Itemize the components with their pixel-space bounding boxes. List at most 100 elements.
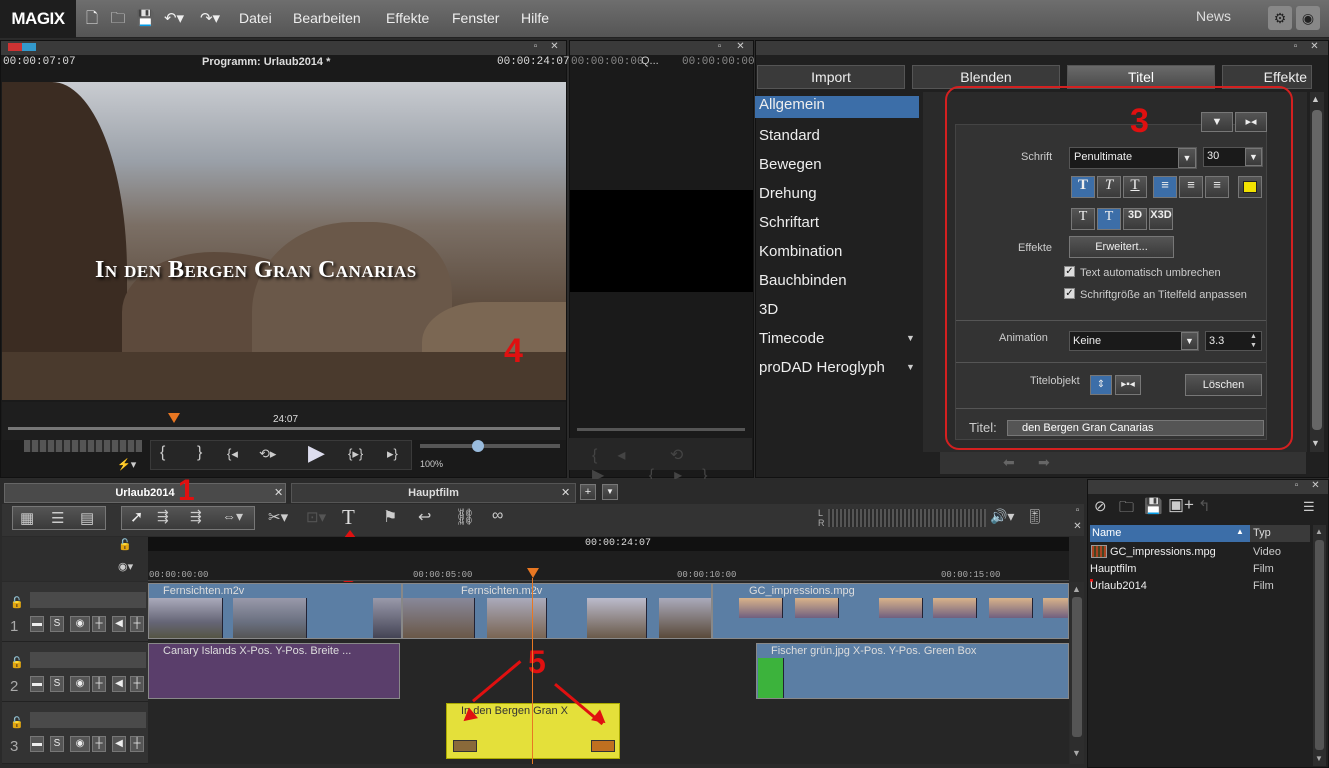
add-tab-button[interactable]: +: [580, 484, 596, 500]
timeline-view-icon[interactable]: ▤: [80, 509, 94, 527]
column-typ[interactable]: Typ: [1250, 525, 1310, 542]
save-icon[interactable]: 💾: [1144, 497, 1163, 515]
link-icon[interactable]: ⛓: [455, 507, 475, 527]
mixer-icon[interactable]: 🎚: [1026, 508, 1044, 525]
fx-icon[interactable]: ┼: [92, 736, 106, 752]
nav-timecode[interactable]: Timecode: [759, 330, 824, 352]
nav-standard[interactable]: Standard: [759, 127, 820, 149]
speaker-icon[interactable]: ◀: [112, 676, 126, 692]
storyboard-view-icon[interactable]: ▦: [20, 509, 34, 527]
horizontal-align-button[interactable]: ▸▪◂: [1115, 375, 1141, 395]
lock-icon[interactable]: 🔓: [10, 596, 24, 609]
marker-flag-icon[interactable]: ⚑: [383, 507, 397, 527]
vertical-align-button[interactable]: ⇕: [1090, 375, 1112, 395]
font-dropdown-icon[interactable]: ▼: [1178, 148, 1196, 168]
range-select-icon[interactable]: ⇶: [157, 508, 169, 525]
scroll-down-icon[interactable]: ▼: [1072, 748, 1081, 758]
nav-schriftart[interactable]: Schriftart: [759, 214, 819, 236]
volume-fader-icon[interactable]: ┼: [130, 736, 144, 752]
stereo-3d-icon[interactable]: [8, 43, 36, 51]
tab-hauptfilm[interactable]: Hauptfilm: [291, 483, 576, 503]
cut-icon[interactable]: ✂▾: [268, 508, 288, 526]
loop-button[interactable]: ⟲▸: [259, 446, 276, 462]
nav-prodad-heroglyph[interactable]: proDAD Heroglyph: [759, 359, 885, 381]
undo-clip-icon[interactable]: ↩: [418, 507, 431, 527]
nav-forward-icon[interactable]: ➡: [1038, 454, 1050, 471]
play-range-button[interactable]: {▸}: [348, 446, 363, 462]
tab-urlaub2014[interactable]: Urlaub2014: [4, 483, 286, 503]
fx-icon[interactable]: ┼: [92, 616, 106, 632]
3d-button[interactable]: 3D: [1123, 208, 1147, 230]
track-name-field[interactable]: [30, 592, 146, 608]
maximize-icon[interactable]: ▫: [714, 42, 725, 52]
fade-in-handle[interactable]: [453, 740, 477, 752]
maximize-icon[interactable]: ▫: [1072, 506, 1083, 516]
timeline-scroll-thumb[interactable]: [1072, 597, 1082, 737]
title-tool-icon[interactable]: T: [342, 505, 355, 530]
x3d-button[interactable]: X3D: [1149, 208, 1173, 230]
close-icon[interactable]: ✕: [735, 42, 746, 52]
track-mute-button[interactable]: ▬: [30, 676, 44, 692]
track-mute-button[interactable]: ▬: [30, 616, 44, 632]
zoom-slider[interactable]: [420, 444, 560, 448]
align-button[interactable]: ▸◂: [1235, 112, 1267, 132]
lock-icon[interactable]: 🔓: [10, 716, 24, 729]
track-name-field[interactable]: [30, 712, 146, 728]
clip-fernsichten-2[interactable]: Fernsichten.m2v: [402, 583, 712, 639]
scrub-bar[interactable]: [8, 427, 560, 430]
save-icon[interactable]: 💾: [136, 10, 155, 28]
align-right-button[interactable]: ≡: [1205, 176, 1229, 198]
track-mute-button[interactable]: ▬: [30, 736, 44, 752]
align-left-button[interactable]: ≡: [1153, 176, 1177, 198]
italic-button[interactable]: T: [1097, 176, 1121, 198]
mark-out-button[interactable]: }: [197, 444, 202, 462]
mark-in-button[interactable]: {: [160, 444, 165, 462]
preview2-scrub-bar[interactable]: [577, 428, 745, 431]
timeline-ruler[interactable]: [148, 551, 1069, 581]
redo-icon[interactable]: ↷▾: [198, 10, 222, 28]
titel-input[interactable]: den Bergen Gran Canarias: [1007, 420, 1264, 436]
film-reel-icon[interactable]: ⚙: [1268, 6, 1292, 30]
timeline-playhead-marker[interactable]: [527, 568, 539, 578]
erweitert-button[interactable]: Erweitert...: [1069, 236, 1174, 258]
file-name[interactable]: GC_impressions.mpg: [1110, 546, 1216, 558]
no-entry-icon[interactable]: ⊘: [1094, 497, 1107, 515]
track-name-field[interactable]: [30, 652, 146, 668]
volume-fader-icon[interactable]: ┼: [130, 616, 144, 632]
close-icon[interactable]: ✕: [549, 42, 560, 52]
menu-fenster[interactable]: Fenster: [452, 10, 499, 26]
open-folder-icon[interactable]: 🗀: [110, 10, 126, 28]
scroll-down-icon[interactable]: ▼: [1315, 754, 1323, 763]
scroll-up-icon[interactable]: ▲: [1315, 527, 1323, 536]
zoom-level[interactable]: 100%: [420, 459, 443, 469]
jog-wheel[interactable]: [24, 440, 142, 452]
bold-button[interactable]: T: [1071, 176, 1095, 198]
nav-back-icon[interactable]: ⬅: [1003, 454, 1015, 471]
tab-import[interactable]: Import: [757, 65, 905, 89]
prev-marker-button[interactable]: {◂: [227, 446, 238, 462]
zoom-slider-knob[interactable]: [472, 440, 484, 452]
close-icon[interactable]: ✕: [1072, 522, 1083, 532]
shadow-button[interactable]: T: [1071, 208, 1095, 230]
play-button[interactable]: ▶: [308, 440, 325, 466]
align-center-button[interactable]: ≡: [1179, 176, 1203, 198]
size-dropdown-icon[interactable]: ▼: [1245, 148, 1262, 166]
sort-asc-icon[interactable]: ▲: [1236, 527, 1244, 536]
column-name[interactable]: Name: [1090, 525, 1250, 542]
timecode-expand-icon[interactable]: ▼: [906, 333, 915, 343]
prodad-expand-icon[interactable]: ▼: [906, 362, 915, 372]
loeschen-button[interactable]: Löschen: [1185, 374, 1262, 396]
transition-icon[interactable]: ⊡▾: [306, 508, 326, 526]
lock-icon[interactable]: 🔓: [10, 656, 24, 669]
next-marker-button[interactable]: ▸}: [387, 446, 398, 462]
collapse-button[interactable]: ▼: [1201, 112, 1233, 132]
fx-icon[interactable]: ┼: [92, 676, 106, 692]
color-button[interactable]: [1238, 176, 1262, 198]
menu-bearbeiten[interactable]: Bearbeiten: [293, 10, 361, 26]
preview2-screen[interactable]: [570, 190, 753, 292]
nav-bauchbinden[interactable]: Bauchbinden: [759, 272, 847, 294]
scene-view-icon[interactable]: ☰: [51, 509, 64, 527]
disc-icon[interactable]: ◉: [1296, 6, 1320, 30]
volume-icon[interactable]: 🔊▾: [990, 508, 1014, 525]
visibility-icon[interactable]: ◉▾: [118, 560, 133, 573]
